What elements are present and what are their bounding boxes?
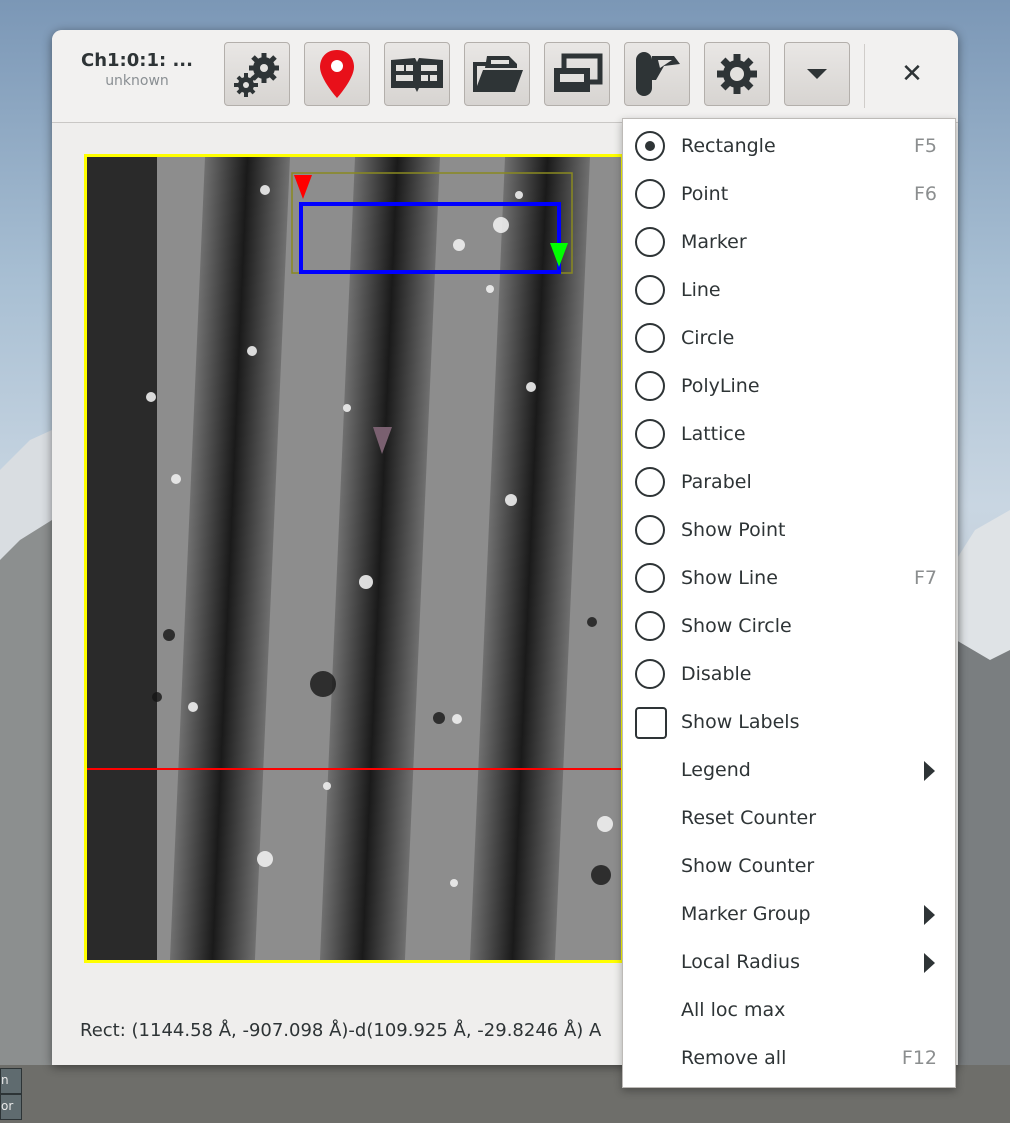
- menu-item-point[interactable]: Point F6: [623, 171, 955, 219]
- header-separator: [864, 44, 865, 108]
- header-bar: Ch1:0:1: ... unknown ✕: [52, 30, 958, 123]
- menu-item-label: Show Counter: [681, 855, 815, 877]
- tool-button[interactable]: [624, 42, 690, 106]
- chevron-down-icon: [807, 69, 827, 79]
- radio-indicator[interactable]: [635, 563, 665, 593]
- radio-indicator[interactable]: [635, 659, 665, 689]
- radio-indicator[interactable]: [635, 515, 665, 545]
- menu-item-label: Line: [681, 279, 721, 301]
- submenu-arrow-icon: [924, 953, 935, 973]
- menu-item-disable[interactable]: Disable: [623, 651, 955, 699]
- menu-item-show-labels[interactable]: Show Labels: [623, 699, 955, 747]
- radio-indicator[interactable]: [635, 467, 665, 497]
- menu-item-label: Show Line: [681, 567, 778, 589]
- radio-indicator[interactable]: [635, 419, 665, 449]
- menu-item-lattice[interactable]: Lattice: [623, 411, 955, 459]
- menu-item-show-point[interactable]: Show Point: [623, 507, 955, 555]
- open-folder-icon: [473, 56, 523, 92]
- menu-item-label: Legend: [681, 759, 751, 781]
- book-button[interactable]: [384, 42, 450, 106]
- menu-item-polyline[interactable]: PolyLine: [623, 363, 955, 411]
- menu-item-marker[interactable]: Marker: [623, 219, 955, 267]
- radio-indicator[interactable]: [635, 323, 665, 353]
- taskbar-item[interactable]: n: [0, 1068, 22, 1094]
- menu-item-rectangle[interactable]: Rectangle F5: [623, 123, 955, 171]
- submenu-arrow-icon: [924, 905, 935, 925]
- menu-item-label: Marker Group: [681, 903, 811, 925]
- settings-gears-button[interactable]: [224, 42, 290, 106]
- radio-indicator[interactable]: [635, 227, 665, 257]
- menu-item-parabel[interactable]: Parabel: [623, 459, 955, 507]
- marker-pin-button[interactable]: [304, 42, 370, 106]
- menu-dropdown-button[interactable]: [784, 42, 850, 106]
- menu-item-label: Show Circle: [681, 615, 792, 637]
- menu-item-reset-counter[interactable]: Reset Counter: [623, 795, 955, 843]
- close-icon: ✕: [901, 59, 923, 89]
- submenu-arrow-icon: [924, 761, 935, 781]
- menu-item-show-line[interactable]: Show Line F7: [623, 555, 955, 603]
- menu-item-shortcut: F12: [901, 1047, 937, 1069]
- tool-icon: [636, 52, 680, 96]
- radio-indicator[interactable]: [635, 611, 665, 641]
- book-icon: [391, 58, 443, 92]
- checkbox-indicator[interactable]: [635, 707, 667, 739]
- menu-item-label: Remove all: [681, 1047, 787, 1069]
- menu-item-label: Reset Counter: [681, 807, 817, 829]
- menu-item-label: Disable: [681, 663, 752, 685]
- menu-item-label: Point: [681, 183, 729, 205]
- context-menu: Rectangle F5 Point F6 Marker Line Circle PolyLi…: [622, 118, 956, 1088]
- menu-item-remove-all[interactable]: Remove all F12: [623, 1035, 955, 1083]
- menu-item-label: Parabel: [681, 471, 752, 493]
- menu-item-shortcut: F5: [913, 135, 937, 157]
- menu-item-local-radius[interactable]: Local Radius: [623, 939, 955, 987]
- gear-icon: [717, 54, 757, 94]
- radio-indicator[interactable]: [635, 131, 665, 161]
- window-title: Ch1:0:1: ...: [81, 50, 193, 71]
- radio-indicator[interactable]: [635, 179, 665, 209]
- status-readout: Rect: (1144.58 Å, -907.098 Å)-d(109.925 …: [80, 1020, 602, 1041]
- menu-item-legend[interactable]: Legend: [623, 747, 955, 795]
- menu-item-show-circle[interactable]: Show Circle: [623, 603, 955, 651]
- menu-item-label: Show Labels: [681, 711, 800, 733]
- map-pin-icon: [320, 50, 354, 98]
- menu-item-label: All loc max: [681, 999, 786, 1021]
- close-button[interactable]: ✕: [890, 52, 934, 96]
- menu-item-line[interactable]: Line: [623, 267, 955, 315]
- title-block: Ch1:0:1: ... unknown: [52, 50, 222, 89]
- gears-icon: [234, 53, 279, 97]
- menu-item-label: PolyLine: [681, 375, 760, 397]
- menu-item-shortcut: F7: [913, 567, 937, 589]
- menu-item-label: Lattice: [681, 423, 746, 445]
- gear-button[interactable]: [704, 42, 770, 106]
- menu-item-label: Circle: [681, 327, 735, 349]
- menu-item-label: Rectangle: [681, 135, 776, 157]
- menu-item-label: Marker: [681, 231, 747, 253]
- menu-item-shortcut: F6: [913, 183, 937, 205]
- windows-button[interactable]: [544, 42, 610, 106]
- menu-item-show-counter[interactable]: Show Counter: [623, 843, 955, 891]
- menu-item-circle[interactable]: Circle: [623, 315, 955, 363]
- menu-item-marker-group[interactable]: Marker Group: [623, 891, 955, 939]
- radio-indicator[interactable]: [635, 275, 665, 305]
- radio-indicator[interactable]: [635, 371, 665, 401]
- scan-image-view[interactable]: [84, 154, 624, 963]
- scan-image: [87, 157, 621, 960]
- menu-item-all-loc-max[interactable]: All loc max: [623, 987, 955, 1035]
- windows-icon: [554, 53, 603, 92]
- window-subtitle: unknown: [105, 73, 169, 89]
- menu-item-label: Show Point: [681, 519, 786, 541]
- menu-item-label: Local Radius: [681, 951, 800, 973]
- open-folder-button[interactable]: [464, 42, 530, 106]
- taskbar-item[interactable]: or: [0, 1094, 22, 1120]
